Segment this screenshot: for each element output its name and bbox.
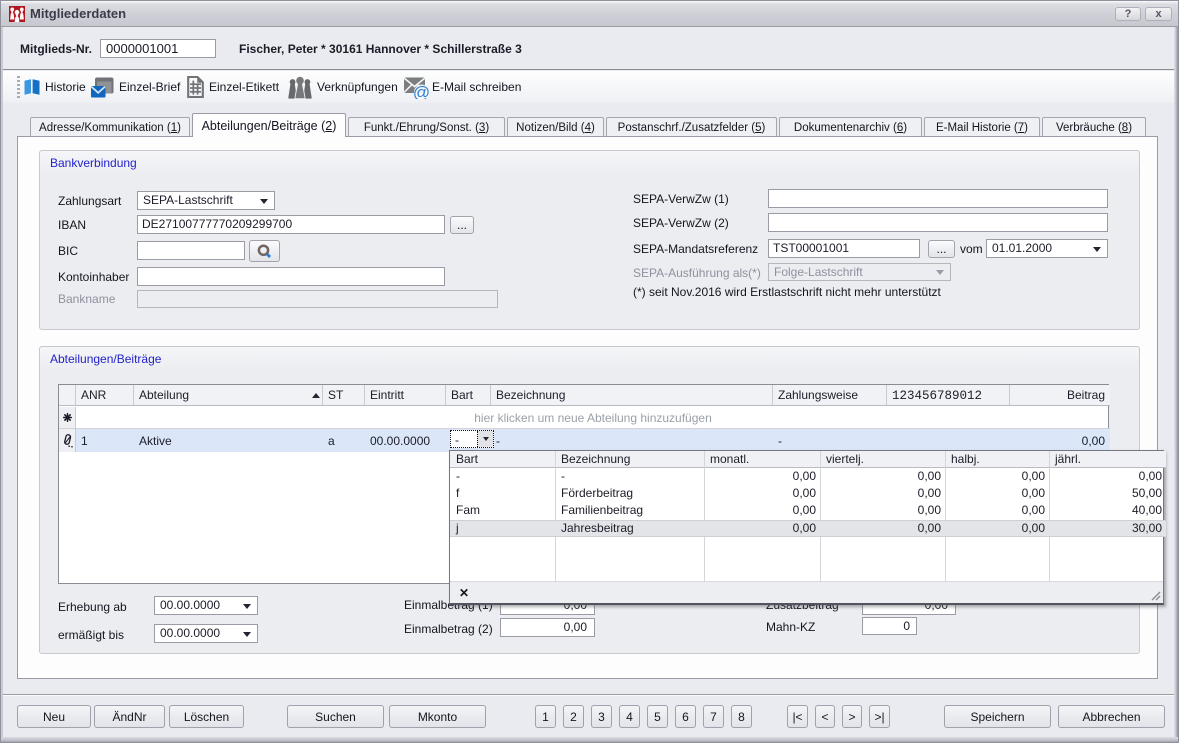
svg-text:@: @ — [413, 83, 430, 99]
